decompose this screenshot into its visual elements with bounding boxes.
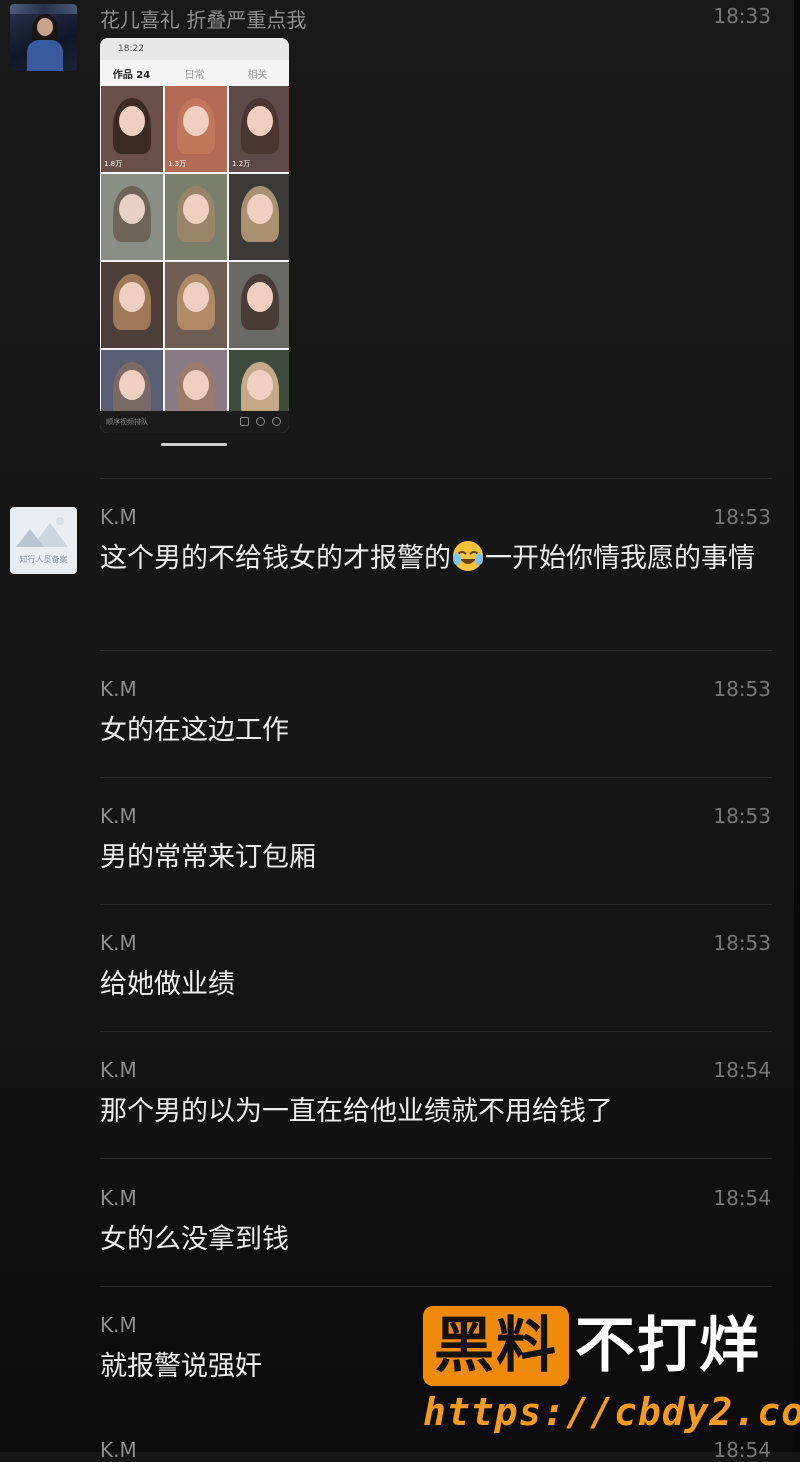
sender-name: K.M: [100, 1313, 137, 1337]
message-divider: [100, 777, 772, 778]
thumb-tile: [101, 174, 163, 260]
thumb-footer: 顺序视频排队: [100, 411, 289, 433]
sender-avatar-km[interactable]: 知行人员备案: [10, 507, 77, 574]
thumb-close-icon: [272, 417, 281, 426]
message-text[interactable]: 这个男的不给钱女的才报警的 一开始你情我愿的事情: [100, 535, 765, 589]
message-text[interactable]: 女的么没拿到钱: [100, 1216, 765, 1264]
watermark-logo-box: 黑料: [423, 1306, 569, 1386]
message-divider: [100, 1158, 772, 1159]
watermark-url: https://cbdy2.com: [423, 1390, 800, 1434]
message-text[interactable]: 那个男的以为一直在给他业绩就不用给钱了: [100, 1088, 765, 1136]
shared-screenshot-image[interactable]: 18:22 作品 24 日常 相关 1.8万 1.3万 1.2万 顺序视频排队: [100, 38, 289, 433]
scroll-edge: [794, 0, 800, 1452]
message-time: 18:54: [713, 1058, 771, 1082]
thumb-tile: [165, 174, 227, 260]
thumb-tab-daily: 日常: [184, 69, 205, 81]
sender-name: 花儿喜礼 折叠严重点我: [100, 8, 307, 32]
message-time: 18:53: [713, 505, 771, 529]
message-text-part: 这个男的不给钱女的才报警的: [100, 543, 451, 574]
thumb-likes: 1.3万: [168, 160, 187, 168]
sender-name: K.M: [100, 804, 137, 828]
thumb-video-grid: 1.8万 1.3万 1.2万: [100, 86, 289, 433]
sender-name: K.M: [100, 931, 137, 955]
watermark: 黑料 不打烊 https://cbdy2.com: [423, 1304, 800, 1444]
avatar-caption: 知行人员备案: [19, 555, 68, 564]
thumb-tile: 1.2万: [229, 86, 289, 172]
sender-name: K.M: [100, 1438, 137, 1462]
message-time: 18:53: [713, 677, 771, 701]
message-text[interactable]: 男的常常来订包厢: [100, 834, 765, 882]
message-text[interactable]: 给她做业绩: [100, 961, 765, 1009]
watermark-logo-text: 不打烊: [575, 1311, 761, 1381]
thumb-footer-text: 顺序视频排队: [106, 418, 148, 426]
thumb-tile: 1.8万: [101, 86, 163, 172]
message-text-part: 一开始你情我愿的事情: [485, 543, 755, 574]
thumb-likes: 1.2万: [232, 160, 251, 168]
thumb-at-icon: [256, 417, 265, 426]
sender-name: K.M: [100, 1058, 137, 1082]
message-divider: [100, 478, 772, 479]
sender-name: K.M: [100, 677, 137, 701]
thumb-tile: [101, 262, 163, 348]
message-time: 18:53: [713, 931, 771, 955]
sender-name: K.M: [100, 505, 137, 529]
message-divider: [100, 650, 772, 651]
sender-avatar-photo[interactable]: [10, 4, 77, 71]
thumb-tabs: 作品 24 日常 相关: [100, 60, 289, 86]
message-time: 18:54: [713, 1186, 771, 1210]
message-time: 18:33: [713, 4, 771, 28]
thumb-status-bar: 18:22: [100, 38, 289, 60]
image-handle: [161, 443, 227, 446]
thumb-tile: [165, 262, 227, 348]
message-divider: [100, 1031, 772, 1032]
message-text[interactable]: 女的在这边工作: [100, 707, 765, 755]
thumb-tile: [229, 174, 289, 260]
thumb-likes: 1.8万: [104, 160, 123, 168]
message-divider: [100, 904, 772, 905]
sender-name: K.M: [100, 1186, 137, 1210]
thumb-tab-related: 相关: [247, 69, 268, 81]
thumb-tab-works: 作品 24: [112, 69, 151, 81]
laughing-crying-emoji-icon: [451, 539, 485, 589]
message-divider: [100, 1286, 772, 1287]
message-time: 18:53: [713, 804, 771, 828]
thumb-image-icon: [240, 417, 249, 426]
thumb-tile: 1.3万: [165, 86, 227, 172]
thumb-tile: [229, 262, 289, 348]
